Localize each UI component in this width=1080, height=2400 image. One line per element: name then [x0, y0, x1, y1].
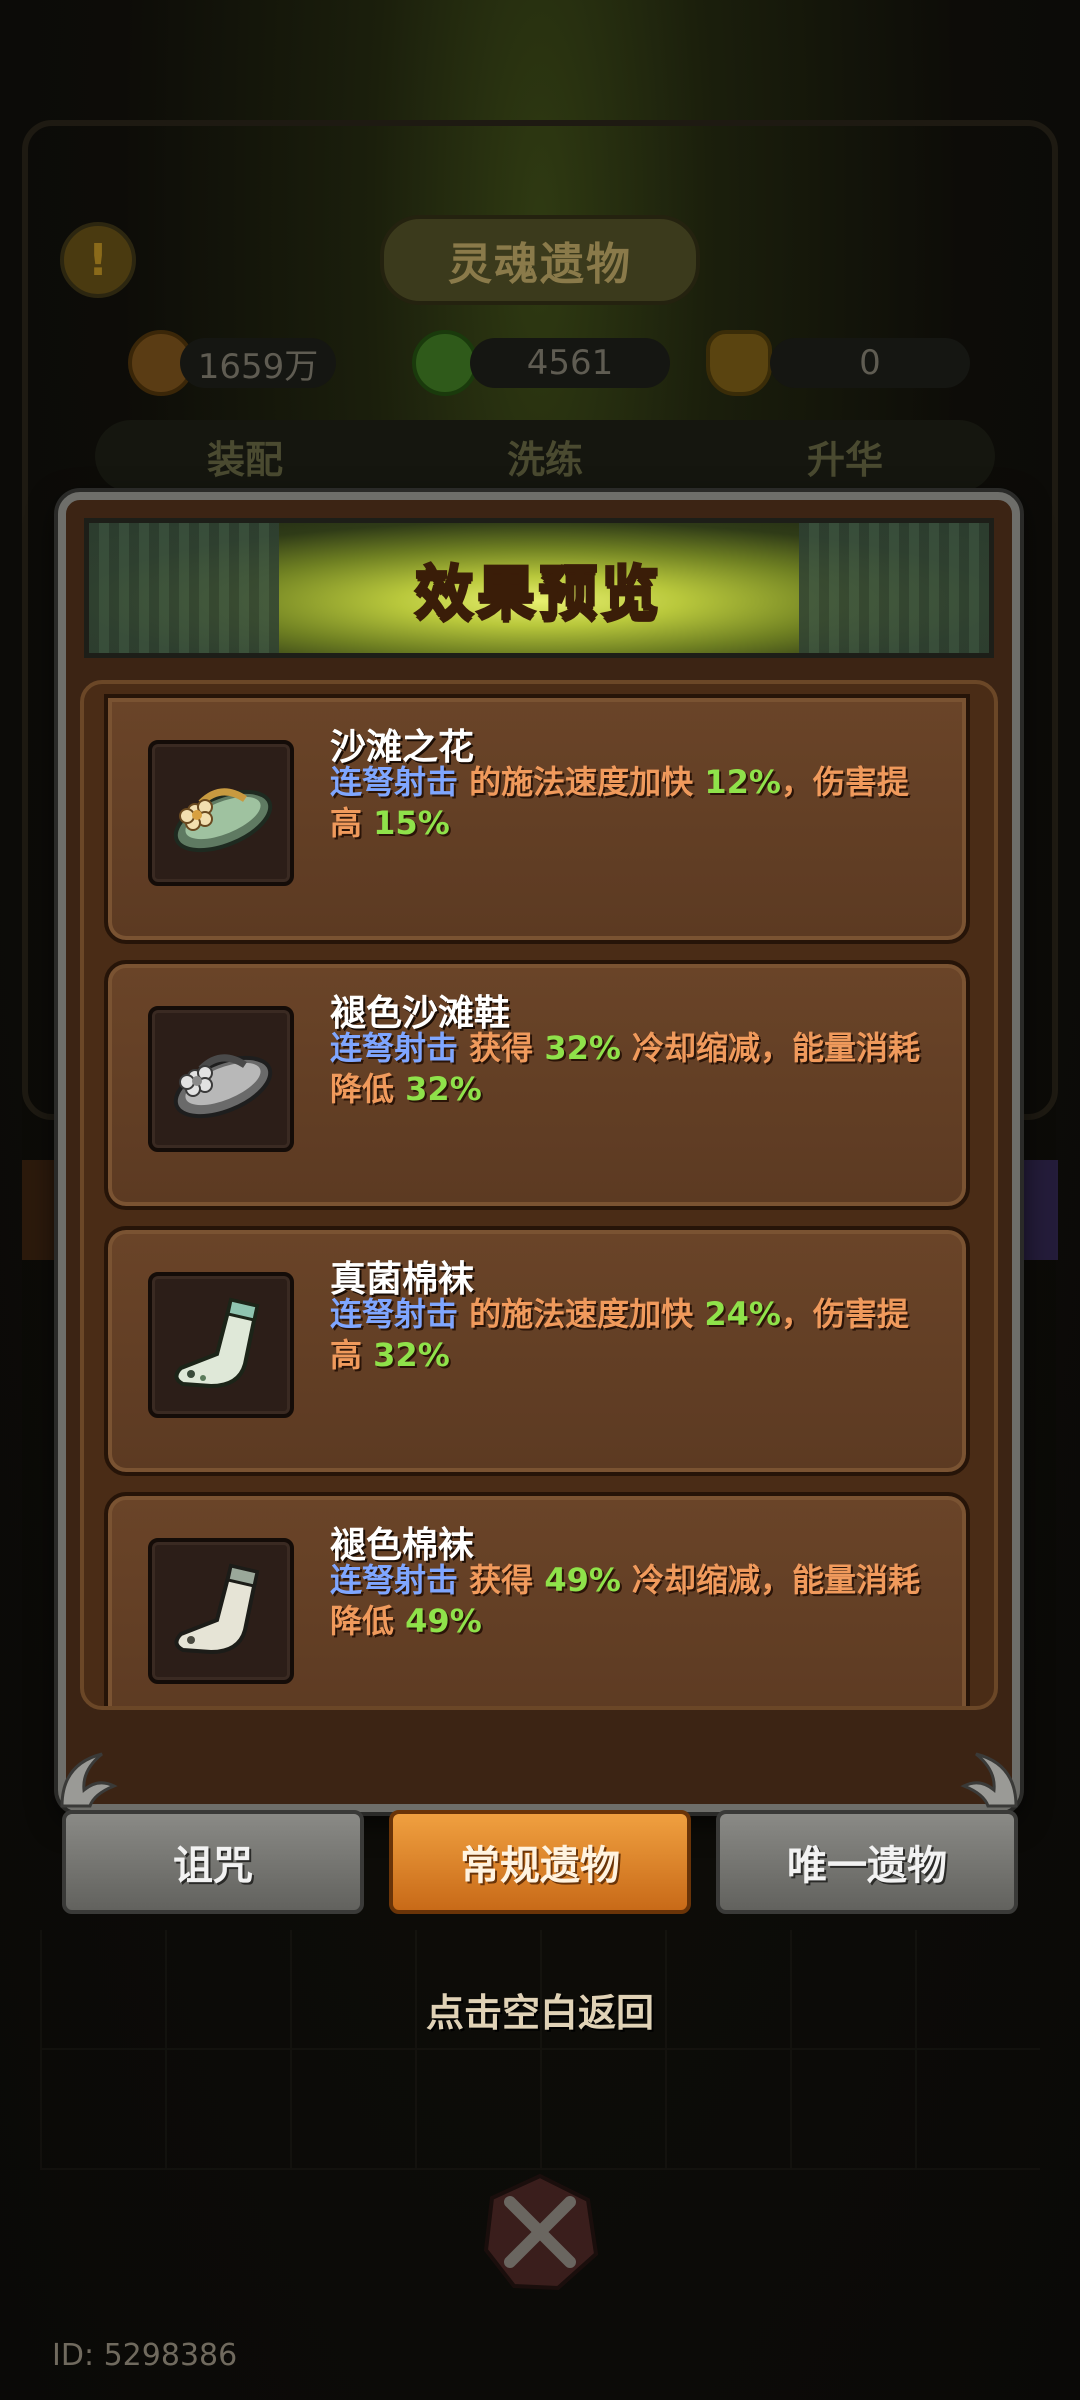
value-text: 24%	[704, 1295, 781, 1333]
tooth-icon	[706, 330, 772, 396]
value-text: 32%	[405, 1070, 482, 1108]
value-text: 49%	[405, 1602, 482, 1640]
desc-text: 获得	[458, 1029, 545, 1067]
relic-description: 连弩射击 的施法速度加快 12%，伤害提高 15%	[330, 762, 930, 844]
skill-name: 连弩射击	[330, 1561, 459, 1599]
background-side-left	[22, 1160, 62, 1260]
faded-sock-icon	[148, 1538, 294, 1684]
flower-sandal-icon	[148, 740, 294, 886]
tab-regular-relics[interactable]: 常规遗物	[389, 1810, 691, 1914]
relic-card: 褪色沙滩鞋 连弩射击 获得 32% 冷却缩减，能量消耗降低 32%	[104, 960, 970, 1210]
desc-text: 获得	[458, 1561, 545, 1599]
relic-effect-list[interactable]: 沙滩之花 连弩射击 的施法速度加快 12%，伤害提高 15% 褪色沙滩鞋 连弩射…	[80, 680, 998, 1710]
background-side-right	[1018, 1160, 1058, 1260]
relic-card: 真菌棉袜 连弩射击 的施法速度加快 24%，伤害提高 32%	[104, 1226, 970, 1476]
background-tabs: 装配 洗练 升华	[95, 420, 995, 492]
value-text: 15%	[373, 804, 450, 842]
resource-teeth: 0	[770, 338, 970, 388]
skill-name: 连弩射击	[330, 1295, 459, 1333]
background-title-banner: 灵魂遗物	[380, 215, 700, 305]
value-text: 32%	[373, 1336, 450, 1374]
tab-unique-relics[interactable]: 唯一遗物	[716, 1810, 1018, 1914]
background-grid	[40, 1930, 1040, 2170]
background-tab-ascend: 升华	[806, 437, 883, 482]
user-id: ID: 5298386	[52, 2338, 238, 2373]
desc-text: 的施法速度加快	[458, 763, 705, 801]
relic-card: 褪色棉袜 连弩射击 获得 49% 冷却缩减，能量消耗降低 49%	[104, 1492, 970, 1706]
skill-name: 连弩射击	[330, 1029, 459, 1067]
skill-name: 连弩射击	[330, 763, 459, 801]
background-title: 灵魂遗物	[448, 239, 632, 290]
value-text: 12%	[704, 763, 781, 801]
panel-header: 效果预览	[84, 518, 994, 658]
value-text: 49%	[544, 1561, 621, 1599]
close-icon[interactable]	[478, 2170, 602, 2294]
alert-icon: !	[60, 222, 136, 298]
ornament-corner-right-icon	[960, 1752, 1018, 1808]
resource-souls: 4561	[470, 338, 670, 388]
panel-title: 效果预览	[413, 558, 663, 629]
resource-coins: 1659万	[180, 338, 336, 388]
desc-text: 的施法速度加快	[458, 1295, 705, 1333]
relic-description: 连弩射击 的施法速度加快 24%，伤害提高 32%	[330, 1294, 930, 1376]
fungal-sock-icon	[148, 1272, 294, 1418]
background-tab-refine: 洗练	[506, 437, 583, 482]
faded-sandal-icon	[148, 1006, 294, 1152]
green-soul-icon	[412, 330, 478, 396]
ornament-corner-left-icon	[60, 1752, 118, 1808]
effect-preview-panel: 效果预览 沙滩之花 连弩射击 的施法速度加快 12%，伤害提高 15% 褪色沙滩…	[58, 492, 1020, 1812]
relic-card: 沙滩之花 连弩射击 的施法速度加快 12%，伤害提高 15%	[104, 694, 970, 944]
value-text: 32%	[544, 1029, 621, 1067]
tap-to-return-hint[interactable]: 点击空白返回	[0, 1982, 1080, 2037]
background-tab-equip: 装配	[206, 437, 283, 482]
tab-curse[interactable]: 诅咒	[62, 1810, 364, 1914]
relic-description: 连弩射击 获得 49% 冷却缩减，能量消耗降低 49%	[330, 1560, 930, 1642]
relic-description: 连弩射击 获得 32% 冷却缩减，能量消耗降低 32%	[330, 1028, 930, 1110]
